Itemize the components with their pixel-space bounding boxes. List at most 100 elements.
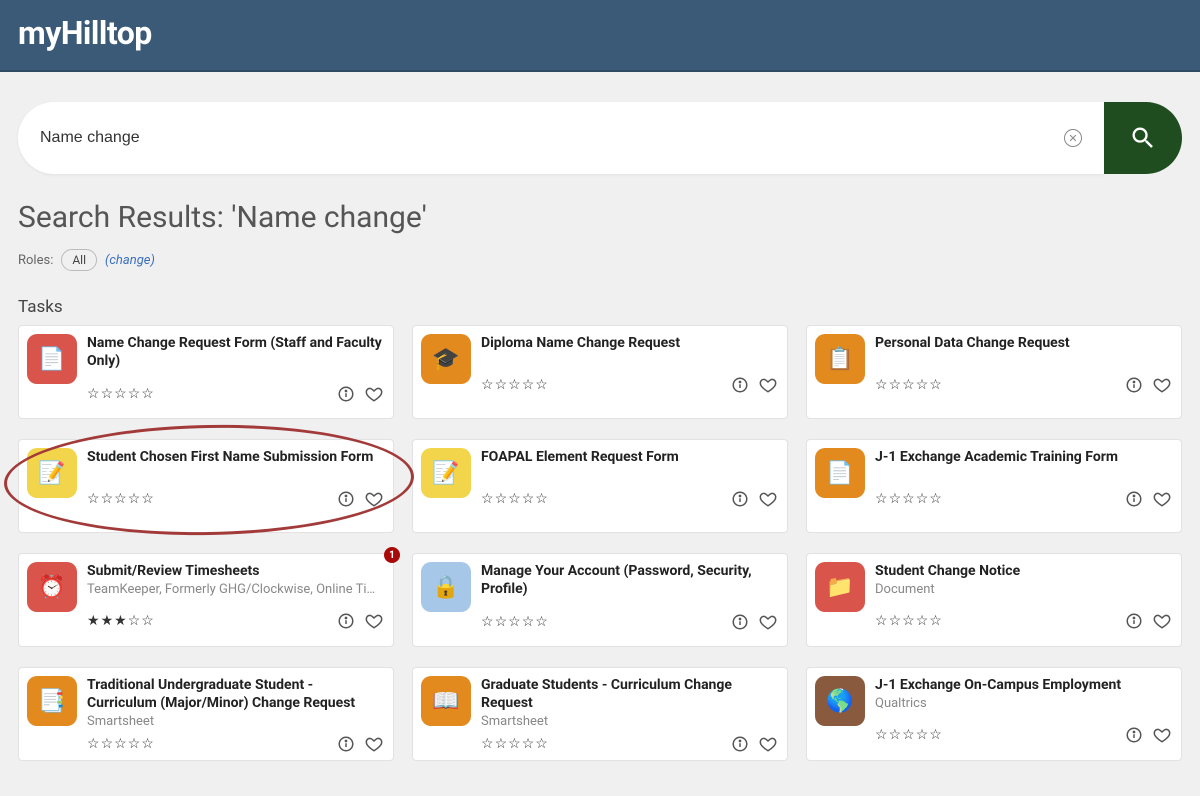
task-title: Traditional Undergraduate Student - Curr…: [87, 676, 383, 712]
star-icon: ☆: [535, 491, 548, 507]
task-card[interactable]: 📖Graduate Students - Curriculum Change R…: [412, 667, 788, 761]
star-icon: ☆: [522, 491, 535, 507]
info-icon[interactable]: [1125, 726, 1143, 744]
task-card[interactable]: 📄Name Change Request Form (Staff and Fac…: [18, 325, 394, 419]
main-content: ✕ Search Results: 'Name change' Roles: A…: [0, 102, 1200, 779]
info-icon[interactable]: [731, 376, 749, 394]
favorite-heart-icon[interactable]: [365, 612, 383, 630]
info-icon[interactable]: [337, 735, 355, 753]
star-icon: ☆: [875, 613, 888, 629]
task-card[interactable]: 📋 Personal Data Change Request ☆☆☆☆☆: [806, 325, 1182, 419]
favorite-heart-icon[interactable]: [365, 385, 383, 403]
task-card[interactable]: 🎓Diploma Name Change Request☆☆☆☆☆: [412, 325, 788, 419]
favorite-heart-icon[interactable]: [365, 490, 383, 508]
role-pill-all[interactable]: All: [61, 249, 97, 271]
header-bar: myHilltop: [0, 0, 1200, 72]
task-title: FOAPAL Element Request Form: [481, 448, 777, 466]
task-body: Manage Your Account (Password, Security,…: [481, 562, 777, 600]
star-icon: ☆: [101, 736, 114, 752]
rating-stars[interactable]: ☆☆☆☆☆: [875, 727, 942, 743]
info-icon[interactable]: [337, 490, 355, 508]
task-actions: [1125, 726, 1171, 744]
favorite-heart-icon[interactable]: [365, 735, 383, 753]
info-icon[interactable]: [1125, 490, 1143, 508]
favorite-heart-icon[interactable]: [759, 613, 777, 631]
star-icon: ☆: [929, 613, 942, 629]
task-body: Personal Data Change Request: [875, 334, 1171, 354]
task-card[interactable]: 📝Student Chosen First Name Submission Fo…: [18, 439, 394, 533]
favorite-heart-icon[interactable]: [759, 735, 777, 753]
task-icon: 🔒: [421, 562, 471, 612]
info-icon[interactable]: [337, 385, 355, 403]
favorite-heart-icon[interactable]: [1153, 490, 1171, 508]
star-icon: ★: [114, 613, 127, 629]
star-icon: ☆: [495, 614, 508, 630]
star-icon: ☆: [535, 377, 548, 393]
task-icon: 📑: [27, 676, 77, 726]
favorite-heart-icon[interactable]: [759, 490, 777, 508]
star-icon: ☆: [481, 736, 494, 752]
rating-stars[interactable]: ☆☆☆☆☆: [87, 736, 154, 752]
task-card[interactable]: 📁Student Change NoticeDocument☆☆☆☆☆: [806, 553, 1182, 647]
star-icon: ☆: [929, 727, 942, 743]
task-body: Name Change Request Form (Staff and Facu…: [87, 334, 383, 372]
task-body: Student Change NoticeDocument: [875, 562, 1171, 597]
task-card[interactable]: 🔒 Manage Your Account (Password, Security…: [412, 553, 788, 647]
task-actions: [1125, 490, 1171, 508]
task-body: Traditional Undergraduate Student - Curr…: [87, 676, 383, 729]
favorite-heart-icon[interactable]: [1153, 726, 1171, 744]
star-icon: ☆: [141, 491, 154, 507]
rating-stars[interactable]: ☆☆☆☆☆: [87, 491, 154, 507]
task-body: Graduate Students - Curriculum Change Re…: [481, 676, 777, 729]
info-icon[interactable]: [731, 735, 749, 753]
info-icon[interactable]: [731, 490, 749, 508]
task-body: FOAPAL Element Request Form: [481, 448, 777, 468]
info-icon[interactable]: [731, 613, 749, 631]
notification-badge: 1: [384, 547, 400, 563]
roles-label: Roles:: [18, 253, 53, 268]
star-icon: ☆: [495, 377, 508, 393]
favorite-heart-icon[interactable]: [759, 376, 777, 394]
task-card[interactable]: 📝FOAPAL Element Request Form☆☆☆☆☆: [412, 439, 788, 533]
rating-stars[interactable]: ☆☆☆☆☆: [481, 736, 548, 752]
star-icon: ☆: [889, 613, 902, 629]
favorite-heart-icon[interactable]: [1153, 612, 1171, 630]
rating-stars[interactable]: ☆☆☆☆☆: [875, 613, 942, 629]
info-icon[interactable]: [1125, 376, 1143, 394]
task-footer: ★★★☆☆: [87, 601, 383, 640]
rating-stars[interactable]: ☆☆☆☆☆: [87, 386, 154, 402]
star-icon: ☆: [481, 491, 494, 507]
favorite-heart-icon[interactable]: [1153, 376, 1171, 394]
info-icon[interactable]: [1125, 612, 1143, 630]
change-roles-link[interactable]: (change): [105, 253, 155, 268]
star-icon: ☆: [495, 491, 508, 507]
task-body: Submit/Review TimesheetsTeamKeeper, Form…: [87, 562, 383, 597]
search-bar: ✕: [18, 102, 1182, 174]
clear-search-icon[interactable]: ✕: [1064, 129, 1082, 147]
task-card[interactable]: ⏰Submit/Review TimesheetsTeamKeeper, For…: [18, 553, 394, 647]
search-input[interactable]: [40, 129, 1054, 147]
star-icon: ☆: [87, 386, 100, 402]
info-icon[interactable]: [337, 612, 355, 630]
task-card[interactable]: 📑 Traditional Undergraduate Student - Cur…: [18, 667, 394, 761]
rating-stars[interactable]: ☆☆☆☆☆: [481, 491, 548, 507]
search-button[interactable]: [1104, 102, 1182, 174]
task-card[interactable]: 📄J-1 Exchange Academic Training Form☆☆☆☆…: [806, 439, 1182, 533]
star-icon: ☆: [114, 736, 127, 752]
rating-stars[interactable]: ☆☆☆☆☆: [875, 491, 942, 507]
star-icon: ☆: [128, 491, 141, 507]
star-icon: ☆: [114, 491, 127, 507]
task-subtitle: TeamKeeper, Formerly GHG/Clockwise, Onli…: [87, 582, 383, 597]
task-card-grid: 📄Name Change Request Form (Staff and Fac…: [18, 325, 1182, 761]
task-actions: [1125, 376, 1171, 394]
star-icon: ☆: [87, 736, 100, 752]
rating-stars[interactable]: ☆☆☆☆☆: [875, 377, 942, 393]
rating-stars[interactable]: ☆☆☆☆☆: [481, 377, 548, 393]
star-icon: ☆: [481, 614, 494, 630]
task-icon: 📋: [815, 334, 865, 384]
rating-stars[interactable]: ★★★☆☆: [87, 613, 154, 629]
rating-stars[interactable]: ☆☆☆☆☆: [481, 614, 548, 630]
task-card[interactable]: 🌎J-1 Exchange On-Campus EmploymentQualtr…: [806, 667, 1182, 761]
star-icon: ☆: [889, 377, 902, 393]
task-actions: [731, 490, 777, 508]
